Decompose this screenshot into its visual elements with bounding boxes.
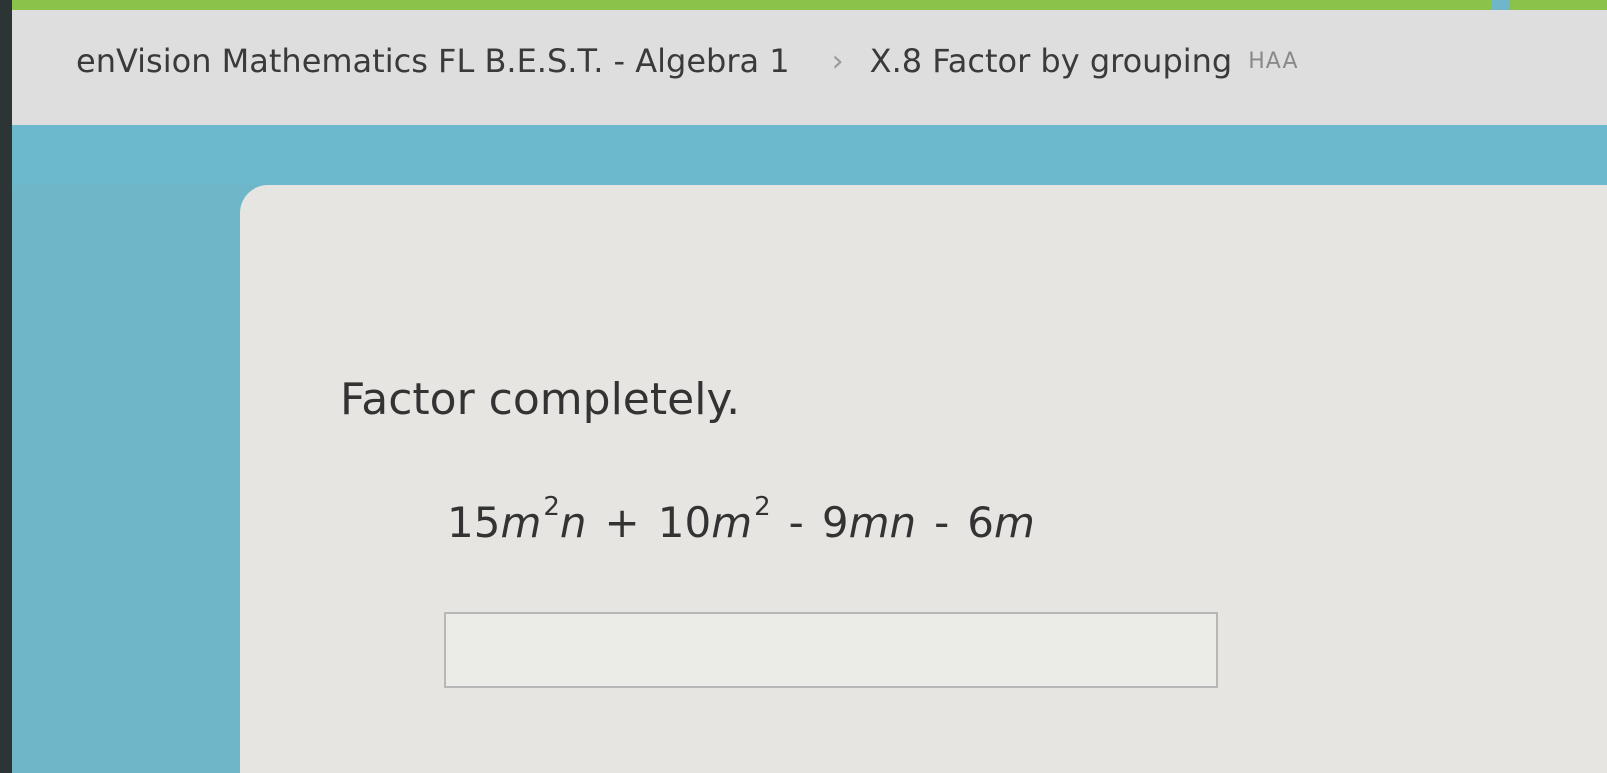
term-variable: m	[500, 498, 542, 547]
breadcrumb: enVision Mathematics FL B.E.S.T. - Algeb…	[76, 42, 1299, 80]
skill-code: HAA	[1248, 48, 1299, 74]
answer-input[interactable]	[444, 612, 1218, 688]
term-variable: m	[994, 498, 1035, 547]
term-coefficient: 9	[821, 498, 849, 547]
breadcrumb-separator-icon: ›	[831, 43, 844, 79]
term-exponent: 2	[543, 492, 560, 522]
term-variable: mn	[848, 498, 917, 547]
term-variable: n	[559, 498, 587, 547]
screen-bezel-left	[0, 0, 12, 773]
operator: -	[934, 498, 950, 547]
top-accent-bar-right	[1510, 0, 1607, 10]
term-coefficient: 15	[447, 498, 501, 547]
term-coefficient: 6	[967, 498, 994, 547]
term-variable: m	[711, 498, 753, 547]
math-expression: 15m2n +10m2-9mn -6m	[447, 492, 1035, 547]
top-accent-bar	[12, 0, 1492, 10]
operator: +	[604, 498, 640, 547]
operator: -	[788, 498, 804, 547]
breadcrumb-course-link[interactable]: enVision Mathematics FL B.E.S.T. - Algeb…	[76, 42, 790, 80]
term-coefficient: 10	[657, 498, 712, 547]
term-exponent: 2	[754, 492, 771, 522]
content-band	[12, 125, 1607, 185]
breadcrumb-skill: X.8 Factor by grouping	[869, 42, 1233, 80]
question-prompt: Factor completely.	[340, 374, 741, 425]
